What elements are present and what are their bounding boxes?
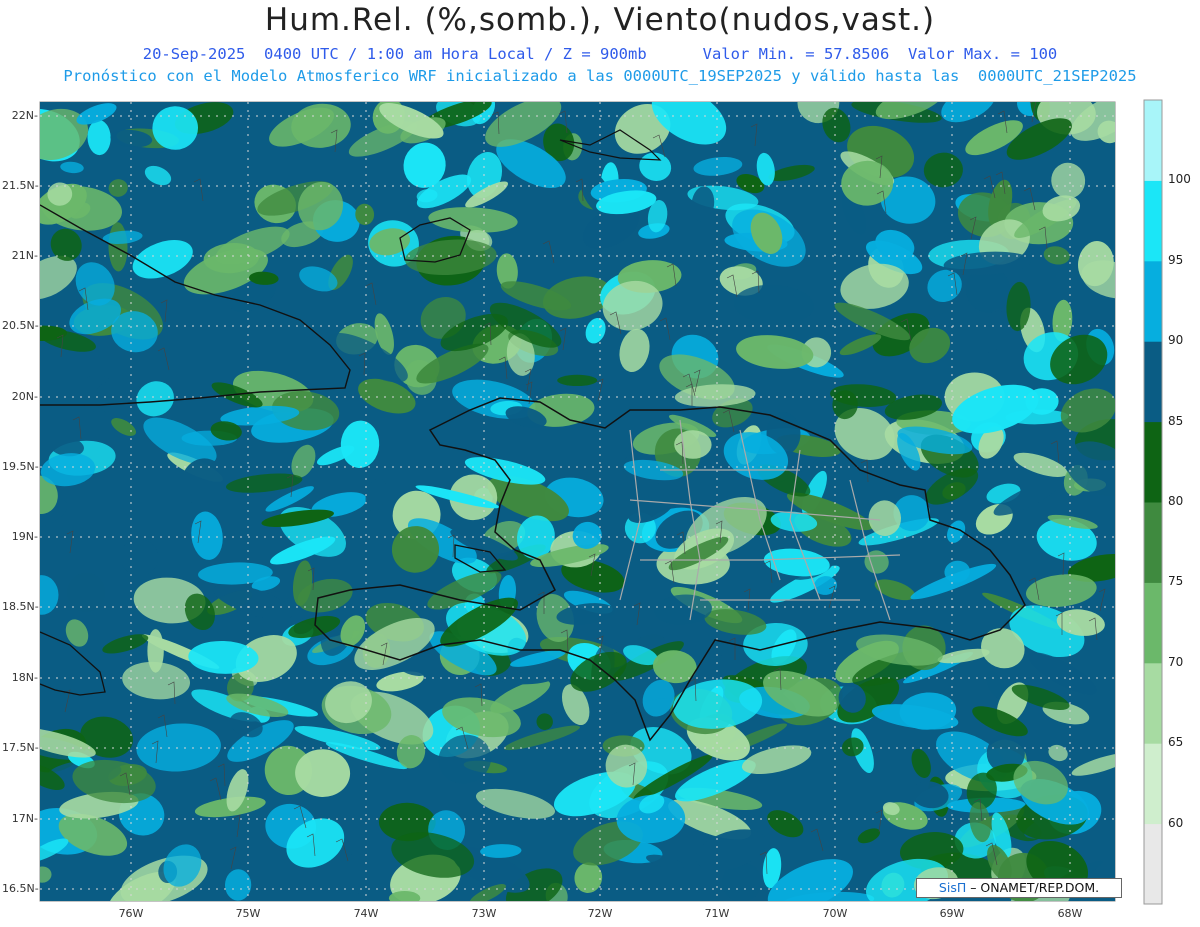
lon-tick-label: 73W [471, 907, 497, 920]
sispi-logo-text: SisΠ [938, 880, 967, 895]
colorbar-tick-label: 95 [1168, 253, 1184, 267]
colorbar-tick-label: 70 [1168, 655, 1184, 669]
colorbar-tick-label: 90 [1168, 333, 1184, 347]
colorbar-segment [1144, 421, 1162, 503]
field-cell [94, 379, 144, 415]
field-cell [147, 629, 164, 673]
colorbar-tick-label: 85 [1168, 414, 1184, 428]
lon-tick-label: 72W [587, 907, 613, 920]
lat-tick-label: 16.5N- [2, 882, 39, 895]
colorbar-tick-label: 65 [1168, 735, 1184, 749]
lon-tick-label: 71W [704, 907, 730, 920]
colorbar-segment [1144, 502, 1162, 583]
lat-tick-label: 17N- [11, 812, 38, 825]
lat-tick-label: 20.5N- [2, 319, 39, 332]
colorbar-segment [1144, 100, 1162, 181]
credit-box: SisΠ – ONAMET/REP.DOM. [916, 878, 1122, 898]
lon-tick-label: 69W [939, 907, 965, 920]
lat-tick-label: 20N- [11, 390, 38, 403]
lon-tick-label: 76W [118, 907, 144, 920]
lat-tick-label: 18N- [11, 671, 38, 684]
map-title: Hum.Rel. (%,somb.), Viento(nudos,vast.) [264, 2, 936, 38]
subtitle-model-info: Pronóstico con el Modelo Atmosferico WRF… [63, 67, 1137, 85]
lat-tick-label: 22N- [11, 109, 38, 122]
field-cell [557, 374, 598, 386]
colorbar-tick-label: 100 [1168, 172, 1191, 186]
colorbar-segment [1144, 823, 1162, 905]
subtitle-date-range: 20-Sep-2025 0400 UTC / 1:00 am Hora Loca… [142, 45, 1058, 63]
colorbar-segment [1144, 180, 1162, 262]
field-cell [388, 891, 421, 901]
colorbar [1143, 99, 1163, 905]
lat-tick-label: 17.5N- [2, 741, 39, 754]
colorbar-segment [1144, 662, 1162, 744]
humidity-field [40, 102, 1115, 901]
lat-tick-label: 21N- [11, 249, 38, 262]
lon-tick-label: 68W [1057, 907, 1083, 920]
rh-wind-map [39, 99, 1163, 905]
lon-tick-label: 74W [353, 907, 379, 920]
credit-text: – ONAMET/REP.DOM. [966, 880, 1100, 895]
colorbar-segment [1144, 260, 1162, 342]
colorbar-tick-label: 80 [1168, 494, 1184, 508]
colorbar-tick-label: 60 [1168, 816, 1184, 830]
lat-tick-label: 19.5N- [2, 460, 39, 473]
lat-tick-label: 19N- [11, 530, 38, 543]
colorbar-tick-label: 75 [1168, 574, 1184, 588]
colorbar-segment [1144, 743, 1162, 825]
lon-tick-label: 75W [235, 907, 261, 920]
lat-tick-label: 21.5N- [2, 179, 39, 192]
lat-tick-label: 18.5N- [2, 600, 39, 613]
colorbar-segment [1144, 582, 1162, 664]
lon-tick-label: 70W [822, 907, 848, 920]
colorbar-segment [1144, 341, 1162, 423]
